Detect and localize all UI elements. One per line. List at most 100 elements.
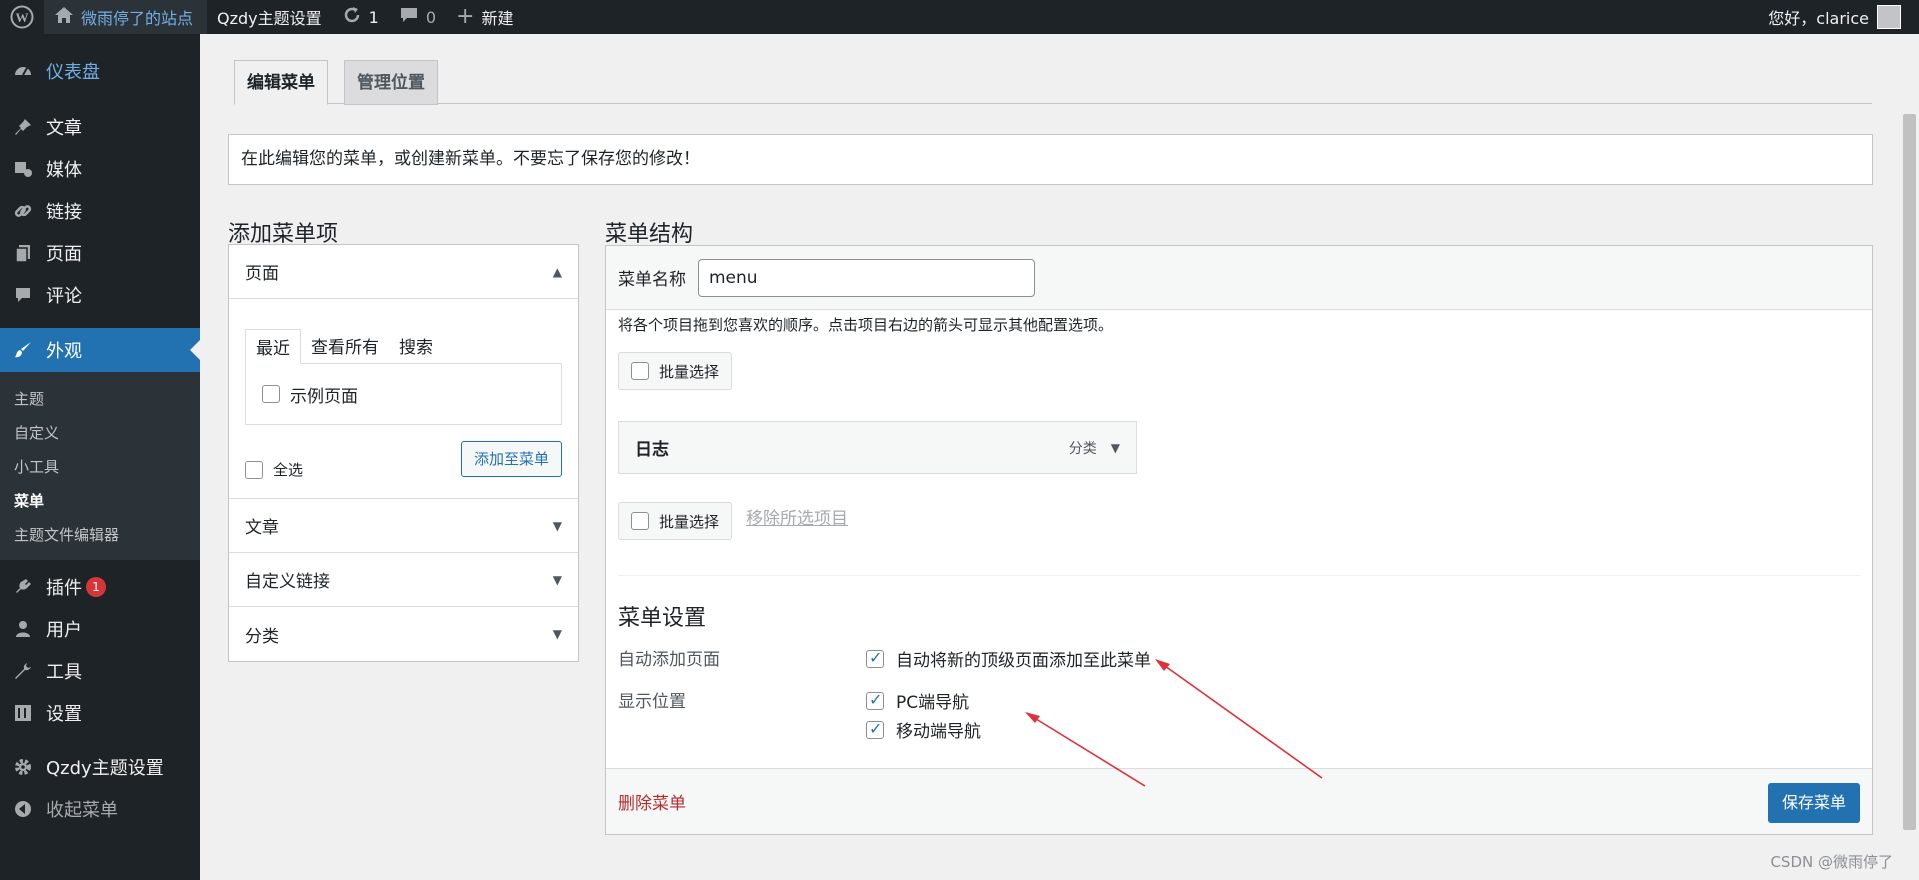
sample-page-checkbox[interactable] [262, 385, 280, 403]
menu-item-type: 分类 [1068, 440, 1097, 457]
plugins-update-badge: 1 [86, 577, 106, 597]
pages-section-body: 最近 查看所有 搜索 示例页面 全选 添加至菜单 [229, 299, 578, 499]
tab-edit-menus[interactable]: 编辑菜单 [234, 60, 328, 105]
collapse-menu-button[interactable]: 收起菜单 [0, 788, 200, 830]
new-content-link[interactable]: + 新建 [446, 0, 523, 34]
bulk-select-label: 批量选择 [659, 362, 720, 381]
chevron-down-icon: ▼ [552, 518, 562, 533]
custom-links-section-header[interactable]: 自定义链接 ▼ [229, 553, 578, 607]
wrench-icon [12, 660, 34, 682]
sidebar-item-settings[interactable]: 设置 [0, 692, 200, 734]
location-pc-option[interactable]: PC端导航 [866, 688, 969, 713]
wordpress-logo-icon[interactable]: W [0, 0, 44, 34]
submenu-item-theme-editor[interactable]: 主题文件编辑器 [0, 518, 200, 552]
chevron-down-icon: ▼ [552, 627, 562, 641]
sidebar-item-pages[interactable]: 页面 [0, 232, 200, 274]
divider [618, 575, 1860, 576]
chevron-up-icon: ▲ [552, 264, 562, 279]
sidebar-item-tools[interactable]: 工具 [0, 650, 200, 692]
watermark: CSDN @微雨停了 [1770, 853, 1893, 871]
delete-menu-link[interactable]: 删除菜单 [618, 789, 686, 814]
page-icon [12, 242, 34, 264]
pin-icon [12, 116, 34, 138]
notice-message: 在此编辑您的菜单，或创建新菜单。不要忘了保存您的修改！ [228, 134, 1873, 185]
tab-view-all[interactable]: 查看所有 [301, 329, 389, 364]
updates-count: 1 [368, 7, 379, 27]
bulk-select-bottom[interactable]: 批量选择 [618, 502, 733, 540]
theme-settings-label: Qzdy主题设置 [217, 9, 322, 28]
sidebar-item-label: 仪表盘 [46, 62, 100, 83]
custom-links-section-title: 自定义链接 [245, 572, 330, 592]
sidebar-item-media[interactable]: 媒体 [0, 148, 200, 190]
sidebar-item-label: 文章 [46, 118, 82, 139]
collapse-icon [12, 798, 34, 820]
add-items-accordion: 页面 ▲ 最近 查看所有 搜索 示例页面 全选 添加至菜单 文章 ▼ 自定义链接 [228, 244, 579, 662]
site-name-label: 微雨停了的站点 [81, 9, 194, 28]
bulk-select-checkbox[interactable] [631, 512, 649, 530]
scrollbar-thumb[interactable] [1903, 114, 1916, 830]
sidebar-item-label: Qzdy主题设置 [46, 758, 164, 779]
my-account[interactable]: 您好，clarice [1768, 5, 1919, 29]
page-scrollbar[interactable] [1900, 34, 1919, 880]
sidebar-item-label: 媒体 [46, 160, 82, 181]
select-all-label: 全选 [273, 461, 304, 479]
refresh-icon [342, 5, 362, 29]
bulk-select-top[interactable]: 批量选择 [618, 352, 733, 390]
submenu-item-menus[interactable]: 菜单 [0, 484, 200, 518]
save-menu-button[interactable]: 保存菜单 [1767, 783, 1860, 823]
brush-icon [12, 339, 34, 361]
sidebar-item-dashboard[interactable]: 仪表盘 [0, 50, 200, 92]
updates-link[interactable]: 1 [332, 0, 389, 34]
pages-section-title: 页面 [245, 264, 279, 284]
sidebar-item-users[interactable]: 用户 [0, 608, 200, 650]
sidebar-item-comments[interactable]: 评论 [0, 274, 200, 316]
main-content: 编辑菜单 管理位置 在此编辑您的菜单，或创建新菜单。不要忘了保存您的修改！ 添加… [200, 34, 1900, 880]
chevron-down-icon[interactable]: ▼ [1111, 441, 1120, 455]
tab-recent[interactable]: 最近 [245, 329, 301, 364]
bulk-select-checkbox[interactable] [631, 362, 649, 380]
admin-sidebar: 仪表盘 文章 媒体 链接 页面 评论 外观 主题 自定义 小工具 菜单 主题文件… [0, 34, 200, 880]
svg-text:W: W [16, 10, 29, 25]
chevron-down-icon: ▼ [552, 572, 562, 587]
add-to-menu-button[interactable]: 添加至菜单 [460, 441, 562, 477]
sidebar-item-qzdy-settings[interactable]: Qzdy主题设置 [0, 746, 200, 788]
menu-name-input[interactable]: menu [698, 258, 1035, 297]
remove-selected-link[interactable]: 移除所选项目 [746, 504, 848, 529]
plus-icon: + [456, 4, 475, 29]
submenu-item-widgets[interactable]: 小工具 [0, 450, 200, 484]
sidebar-item-label: 用户 [46, 620, 82, 641]
location-mobile-option[interactable]: 移动端导航 [866, 717, 981, 742]
tab-search[interactable]: 搜索 [389, 329, 443, 364]
pages-section-header[interactable]: 页面 ▲ [229, 245, 578, 299]
comments-link[interactable]: 0 [389, 0, 446, 34]
select-all-row: 全选 [245, 459, 303, 480]
submenu-item-customize[interactable]: 自定义 [0, 416, 200, 450]
recent-pages-list: 示例页面 [245, 363, 562, 425]
auto-add-checkbox[interactable] [866, 648, 884, 668]
menu-management-panel: 菜单名称 menu 将各个项目拖到您喜欢的顺序。点击项目右边的箭头可显示其他配置… [605, 245, 1873, 835]
sidebar-item-posts[interactable]: 文章 [0, 106, 200, 148]
plugin-icon [12, 576, 34, 598]
sidebar-item-plugins[interactable]: 插件 1 [0, 566, 200, 608]
categories-section-title: 分类 [245, 626, 279, 647]
location-pc-label: PC端导航 [896, 693, 970, 713]
menu-name-row: 菜单名称 menu [606, 246, 1872, 310]
auto-add-pages-option[interactable]: 自动将新的顶级页面添加至此菜单 [866, 646, 1151, 671]
categories-section-header[interactable]: 分类 ▼ [229, 607, 578, 661]
posts-section-header[interactable]: 文章 ▼ [229, 499, 578, 553]
sidebar-item-links[interactable]: 链接 [0, 190, 200, 232]
site-name-link[interactable]: 微雨停了的站点 [44, 0, 208, 34]
sidebar-item-label: 插件 [46, 578, 82, 599]
location-pc-checkbox[interactable] [866, 690, 884, 710]
submenu-item-themes[interactable]: 主题 [0, 382, 200, 416]
menu-item-blog[interactable]: 日志 分类 ▼ [618, 421, 1137, 474]
location-mobile-label: 移动端导航 [896, 722, 981, 742]
menu-settings-title: 菜单设置 [618, 606, 707, 631]
theme-settings-link[interactable]: Qzdy主题设置 [207, 0, 332, 34]
sidebar-item-appearance[interactable]: 外观 [0, 328, 200, 372]
auto-add-pages-label: 自动添加页面 [618, 650, 720, 670]
user-icon [12, 618, 34, 640]
tab-manage-locations[interactable]: 管理位置 [344, 60, 438, 105]
location-mobile-checkbox[interactable] [866, 719, 884, 739]
select-all-checkbox[interactable] [245, 460, 263, 479]
